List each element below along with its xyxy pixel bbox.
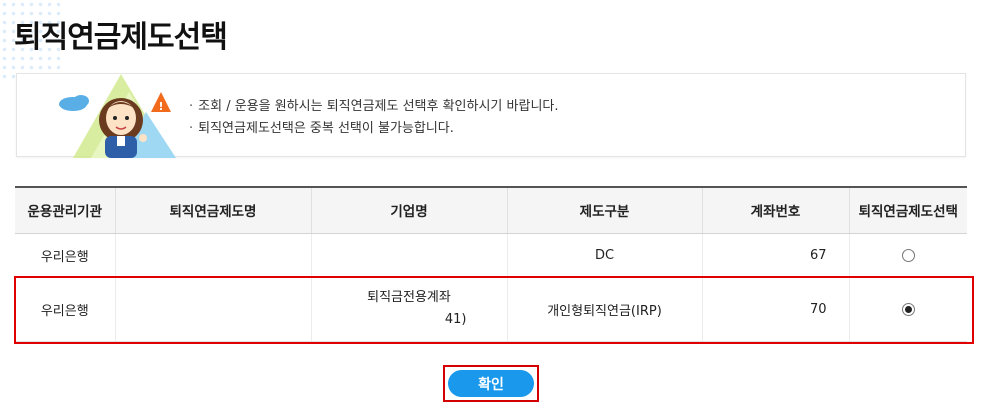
cell-account: 70	[701, 277, 849, 342]
notice-line: 조회 / 운용을 원하시는 퇴직연금제도 선택후 확인하시기 바랍니다.	[189, 96, 558, 118]
svg-text:!: !	[158, 100, 163, 113]
notice-line: 퇴직연금제도선택은 중복 선택이 불가능합니다.	[189, 118, 559, 140]
notice-box: ! 조회 / 운용을 원하시는 퇴직연금제도 선택후 확인하시기 바랍니다. 퇴…	[16, 73, 966, 158]
cell-type: 개인형퇴직연금(IRP)	[506, 277, 702, 342]
column-header-plan-name: 퇴직연금제도명	[114, 187, 311, 234]
column-header-select: 퇴직연금제도선택	[848, 187, 967, 234]
page-title: 퇴직연금제도선택	[14, 20, 228, 55]
plan-table: 운용관리기관 퇴직연금제도명 기업명 제도구분 계좌번호 퇴직연금제도선택 우리…	[15, 186, 967, 342]
plan-radio[interactable]	[901, 248, 915, 262]
column-header-account: 계좌번호	[701, 187, 849, 234]
cell-institution: 우리은행	[15, 277, 115, 342]
notice-text: 조회 / 운용을 원하시는 퇴직연금제도 선택후 확인하시기 바랍니다. 퇴직연…	[189, 96, 559, 140]
cell-type: DC	[506, 233, 702, 278]
confirm-button[interactable]: 확인	[448, 370, 534, 397]
cell-account: 67	[701, 233, 849, 278]
cell-plan-name	[114, 277, 311, 342]
plan-radio-selected[interactable]	[901, 302, 915, 316]
notice-illustration: !	[51, 74, 191, 158]
table-row[interactable]: 우리은행 퇴직금전용계좌 41) 개인형퇴직연금(IRP) 70	[15, 277, 967, 342]
cell-plan-name	[114, 233, 311, 278]
table-header-row: 운용관리기관 퇴직연금제도명 기업명 제도구분 계좌번호 퇴직연금제도선택	[15, 187, 967, 234]
column-header-company: 기업명	[310, 187, 507, 234]
cell-select	[848, 277, 967, 342]
column-header-type: 제도구분	[506, 187, 702, 234]
cell-select	[848, 233, 967, 278]
cell-company	[310, 233, 507, 278]
cell-institution: 우리은행	[15, 233, 115, 278]
company-name: 퇴직금전용계좌	[367, 290, 451, 305]
cell-company: 퇴직금전용계좌 41)	[310, 277, 507, 342]
table-row[interactable]: 우리은행 DC 67	[15, 233, 967, 278]
column-header-institution: 운용관리기관	[15, 187, 115, 234]
company-sub: 41)	[444, 312, 467, 327]
